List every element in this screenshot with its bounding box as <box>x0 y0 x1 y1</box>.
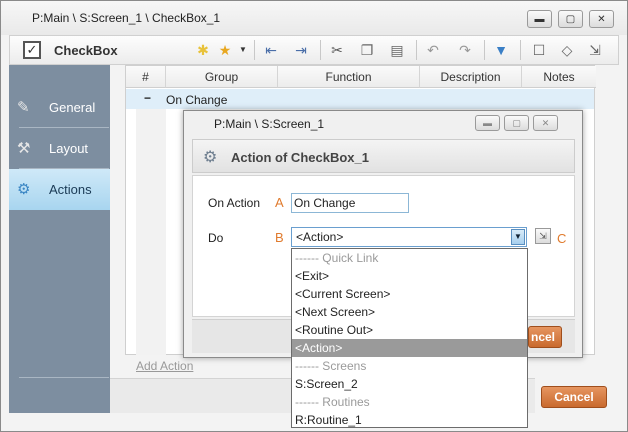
toolbar-separator <box>416 40 417 60</box>
list-section-header: ------ Routines <box>295 395 370 409</box>
maximize-button[interactable]: ▢ <box>558 10 583 28</box>
list-item[interactable]: <Next Screen> <box>292 303 527 321</box>
sidebar-item-label: Actions <box>49 182 92 197</box>
cut-icon[interactable]: ✂ <box>328 41 346 59</box>
export-icon[interactable]: ⇲ <box>586 41 604 59</box>
paste-icon[interactable]: ▤ <box>388 41 406 59</box>
list-item[interactable]: R:Routine_1 <box>292 411 527 429</box>
marker-c: C <box>557 231 567 246</box>
column-header-group[interactable]: Group <box>166 66 278 88</box>
dialog-header: ⚙ Action of CheckBox_1 <box>192 139 575 173</box>
do-select[interactable]: <Action> ▼ <box>291 227 527 247</box>
dialog-title: P:Main \ S:Screen_1 <box>214 117 325 131</box>
chevron-down-icon[interactable]: ▼ <box>511 229 525 245</box>
gear-icon: ⚙ <box>203 149 218 166</box>
sidebar-item-label: General <box>49 100 96 115</box>
sidebar-item-general[interactable]: ✎ General <box>9 87 110 127</box>
sidebar: ✎ General ⚒ Layout ⚙ Actions <box>9 65 110 413</box>
close-button[interactable]: ✕ <box>589 10 614 28</box>
redo-icon[interactable]: ↷ <box>456 41 474 59</box>
star-icon[interactable]: ★ <box>216 41 234 59</box>
window-title: P:Main \ S:Screen_1 \ CheckBox_1 <box>32 11 221 25</box>
undo-icon[interactable]: ↶ <box>424 41 442 59</box>
tag-icon[interactable]: ◇ <box>558 41 576 59</box>
sidebar-divider <box>19 377 109 378</box>
tools-icon: ⚒ <box>17 140 31 157</box>
group-row[interactable]: − On Change <box>126 89 594 109</box>
toolbar: ✓ CheckBox ✱ ★ ▼ ⇤ ⇥ ✂ ❐ ▤ ↶ ↷ ▼ ☐ ◇ ⇲ <box>9 35 619 65</box>
toolbar-title: CheckBox <box>54 43 118 58</box>
dialog-cancel-button[interactable]: ncel <box>528 326 562 348</box>
column-header-function[interactable]: Function <box>278 66 420 88</box>
sidebar-item-actions[interactable]: ⚙ Actions <box>9 169 110 210</box>
group-label: On Change <box>166 93 228 107</box>
edit-action-button[interactable]: ⇲ <box>535 228 551 244</box>
list-section-header: ------ Quick Link <box>295 251 379 265</box>
dialog-close-button[interactable]: ✕ <box>533 115 558 131</box>
row-number-column <box>136 109 166 355</box>
marker-b: B <box>275 230 284 245</box>
copy-icon[interactable]: ❐ <box>358 41 376 59</box>
action-dropdown-list: ------ Quick Link <Exit> <Current Screen… <box>291 248 528 428</box>
column-header-number[interactable]: # <box>126 66 166 88</box>
toolbar-separator <box>484 40 485 60</box>
title-bar: P:Main \ S:Screen_1 \ CheckBox_1 ▬ ▢ ✕ <box>1 1 627 35</box>
toolbar-separator <box>254 40 255 60</box>
list-item-selected[interactable]: <Action> <box>292 339 527 357</box>
chevron-down-icon[interactable]: ▼ <box>234 41 252 59</box>
on-action-label: On Action <box>208 196 261 210</box>
collapse-toggle[interactable]: − <box>144 91 151 105</box>
list-item[interactable]: <Exit> <box>292 267 527 285</box>
list-item[interactable]: S:Screen_2 <box>292 375 527 393</box>
do-label: Do <box>208 231 224 245</box>
dialog-heading: Action of CheckBox_1 <box>231 150 369 165</box>
dialog-minimize-button[interactable]: ▬ <box>475 115 500 131</box>
list-item[interactable]: <Routine Out> <box>292 321 527 339</box>
toolbar-separator <box>520 40 521 60</box>
sidebar-item-label: Layout <box>49 141 89 156</box>
checkbox-icon: ✓ <box>23 41 41 59</box>
pencil-icon: ✎ <box>17 99 30 116</box>
minimize-button[interactable]: ▬ <box>527 10 552 28</box>
column-header-notes[interactable]: Notes <box>522 66 596 88</box>
cancel-button[interactable]: Cancel <box>541 386 607 408</box>
comment-icon[interactable]: ▼ <box>492 41 510 59</box>
add-action-link[interactable]: Add Action <box>136 359 193 373</box>
gears-icon: ⚙ <box>17 181 31 198</box>
marker-a: A <box>275 195 284 210</box>
do-select-value: <Action> <box>296 230 344 244</box>
list-item[interactable]: <Current Screen> <box>292 285 527 303</box>
list-section-header: ------ Screens <box>295 359 367 373</box>
note-icon[interactable]: ☐ <box>530 41 548 59</box>
toolbar-separator <box>320 40 321 60</box>
lightbulb-icon[interactable]: ✱ <box>194 41 212 59</box>
sidebar-item-layout[interactable]: ⚒ Layout <box>9 128 110 168</box>
on-action-field[interactable]: On Change <box>291 193 409 213</box>
outdent-icon[interactable]: ⇤ <box>262 41 280 59</box>
indent-icon[interactable]: ⇥ <box>292 41 310 59</box>
dialog-maximize-button[interactable]: ▢ <box>504 115 529 131</box>
column-header-description[interactable]: Description <box>420 66 522 88</box>
